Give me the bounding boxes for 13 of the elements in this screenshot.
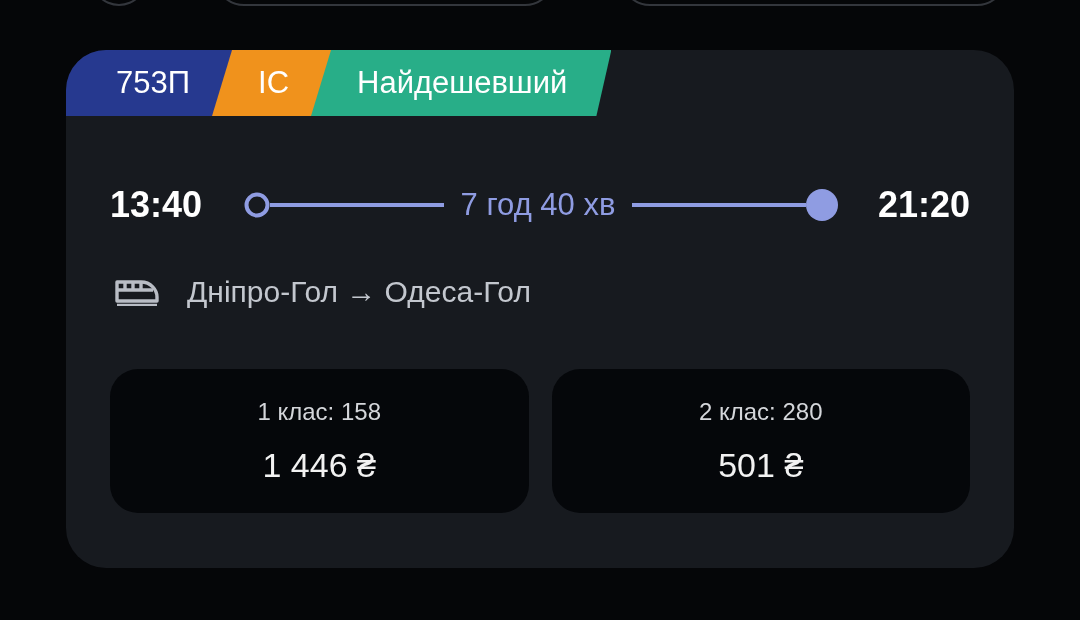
departure-time: 13:40 xyxy=(110,184,203,226)
fare-price: 1 446 ₴ xyxy=(262,445,376,485)
train-tag: 753П xyxy=(66,50,232,116)
fare-card[interactable]: 2 клас: 280 501 ₴ xyxy=(551,369,970,513)
route-text: Дніпро-Гол → Одеса-Гол xyxy=(187,275,531,309)
seat-class-label: 2 клас: 280 xyxy=(699,397,823,426)
arrival-time: 21:20 xyxy=(877,184,970,226)
fare-card[interactable]: 1 клас: 158 1 446 ₴ xyxy=(110,369,529,513)
train-tag: Найдешевший xyxy=(311,50,612,116)
fare-price: 501 ₴ xyxy=(718,445,804,485)
trip-duration: 7 год 40 хв xyxy=(460,187,616,223)
seat-class-label: 1 клас: 158 xyxy=(257,397,381,426)
train-icon xyxy=(115,278,159,306)
